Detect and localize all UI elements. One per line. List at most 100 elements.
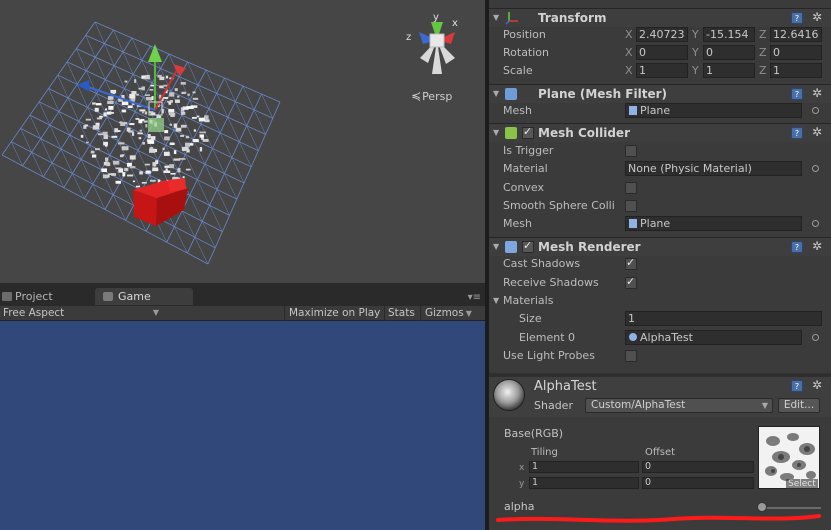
texture-blob bbox=[159, 85, 164, 89]
texture-blob bbox=[149, 148, 156, 153]
texture-blob bbox=[139, 129, 143, 132]
aspect-dropdown[interactable]: Free Aspect ▼ bbox=[3, 306, 161, 321]
grid-diagonal bbox=[179, 76, 191, 101]
position-z-field[interactable]: 12.6416 bbox=[770, 27, 822, 42]
tiling-x-field[interactable]: 1 bbox=[529, 461, 639, 473]
element0-field[interactable]: AlphaTest bbox=[625, 330, 802, 345]
gear-icon[interactable]: ✲ bbox=[812, 10, 822, 24]
light-probes-checkbox[interactable] bbox=[625, 350, 637, 362]
object-picker-icon[interactable] bbox=[812, 220, 819, 227]
fold-triangle-icon[interactable]: ▼ bbox=[493, 296, 499, 305]
material-preview-sphere bbox=[493, 379, 525, 411]
gear-icon[interactable]: ✲ bbox=[812, 86, 822, 100]
rotation-row: Rotation X 0 Y 0 Z 0 bbox=[489, 44, 831, 62]
tab-menu-icon[interactable]: ▾≡ bbox=[468, 292, 481, 303]
gear-icon[interactable]: ✲ bbox=[812, 239, 822, 253]
smooth-sphere-checkbox[interactable] bbox=[625, 200, 637, 212]
grid-diagonal bbox=[80, 159, 94, 185]
material-header[interactable]: AlphaTest Shader Custom/AlphaTest ▼ Edit… bbox=[489, 377, 831, 417]
object-picker-icon[interactable] bbox=[812, 165, 819, 172]
fold-triangle-icon[interactable]: ▼ bbox=[493, 128, 499, 137]
rotation-y-field[interactable]: 0 bbox=[703, 45, 755, 60]
gear-icon[interactable]: ✲ bbox=[812, 378, 822, 392]
texture-select-button[interactable]: Select bbox=[786, 479, 818, 489]
projection-toggle[interactable]: ≼Persp bbox=[411, 89, 452, 103]
grid-diagonal bbox=[201, 221, 216, 248]
smooth-sphere-row: Smooth Sphere Colli bbox=[489, 197, 831, 215]
transform-header[interactable]: ▼ Transform ? ✲ bbox=[489, 8, 831, 27]
texture-blob bbox=[147, 134, 151, 139]
mesh-filter-header[interactable]: ▼ Plane (Mesh Filter) ? ✲ bbox=[489, 84, 831, 103]
fold-triangle-icon[interactable]: ▼ bbox=[493, 89, 499, 98]
texture-blob bbox=[199, 134, 204, 138]
scene-canvas[interactable]: y x z bbox=[0, 0, 485, 283]
materials-row[interactable]: ▼ Materials bbox=[489, 292, 831, 310]
grid-diagonal bbox=[48, 88, 60, 112]
mesh-renderer-enabled-checkbox[interactable] bbox=[522, 239, 534, 253]
texture-blob bbox=[150, 84, 155, 87]
axis-z-label: Z bbox=[759, 28, 767, 41]
alpha-slider-track[interactable] bbox=[759, 507, 821, 509]
offset-y-field[interactable]: 0 bbox=[642, 477, 754, 489]
stats-toggle[interactable]: Stats bbox=[384, 306, 418, 321]
gear-icon[interactable]: ✲ bbox=[812, 125, 822, 139]
edit-shader-button[interactable]: Edit... bbox=[778, 398, 820, 413]
help-book-icon[interactable]: ? bbox=[791, 127, 803, 139]
rotation-z-field[interactable]: 0 bbox=[770, 45, 822, 60]
rotation-x-field[interactable]: 0 bbox=[636, 45, 688, 60]
cast-shadows-checkbox[interactable] bbox=[625, 256, 637, 270]
scale-z-field[interactable]: 1 bbox=[770, 63, 822, 78]
texture-blob bbox=[180, 135, 184, 137]
fold-triangle-icon[interactable]: ▼ bbox=[493, 13, 499, 22]
position-x-field[interactable]: 2.40723 bbox=[636, 27, 688, 42]
scale-y-field[interactable]: 1 bbox=[703, 63, 755, 78]
help-book-icon[interactable]: ? bbox=[791, 241, 803, 253]
help-book-icon[interactable]: ? bbox=[791, 12, 803, 24]
scale-x-field[interactable]: 1 bbox=[636, 63, 688, 78]
convex-row: Convex bbox=[489, 179, 831, 197]
scene-view[interactable]: y x z ≼Persp bbox=[0, 0, 485, 283]
help-book-icon[interactable]: ? bbox=[791, 88, 803, 100]
texture-blob bbox=[196, 115, 200, 118]
object-picker-icon[interactable] bbox=[812, 107, 819, 114]
shader-dropdown[interactable]: Custom/AlphaTest ▼ bbox=[585, 398, 773, 413]
convex-checkbox[interactable] bbox=[625, 182, 637, 194]
texture-blob bbox=[114, 128, 118, 133]
object-picker-icon[interactable] bbox=[812, 334, 819, 341]
texture-blob bbox=[94, 148, 100, 151]
mesh-collider-enabled-checkbox[interactable] bbox=[522, 125, 534, 139]
alpha-slider-thumb[interactable] bbox=[757, 502, 767, 512]
maximize-on-play-toggle[interactable]: Maximize on Play bbox=[284, 306, 382, 321]
fold-triangle-icon[interactable]: ▼ bbox=[493, 242, 499, 251]
grid-diagonal bbox=[31, 152, 44, 177]
tiling-y-field[interactable]: 1 bbox=[529, 477, 639, 489]
is-trigger-checkbox[interactable] bbox=[625, 145, 637, 157]
texture-blob bbox=[149, 111, 154, 114]
texture-blob bbox=[144, 111, 148, 115]
position-y-field[interactable]: -15.154 bbox=[703, 27, 755, 42]
grid-diagonal bbox=[49, 125, 62, 150]
receive-shadows-checkbox[interactable] bbox=[625, 275, 637, 289]
gizmos-dropdown[interactable]: Gizmos ▼ bbox=[420, 306, 482, 321]
help-book-icon[interactable]: ? bbox=[791, 380, 803, 392]
materials-size-field[interactable]: 1 bbox=[625, 311, 822, 326]
texture-blob bbox=[185, 142, 190, 147]
texture-blob bbox=[107, 100, 114, 105]
grid-diagonal bbox=[224, 173, 238, 200]
tab-game[interactable]: Game bbox=[95, 288, 193, 305]
collider-material-field[interactable]: None (Physic Material) bbox=[625, 161, 802, 176]
tiling-x-axis-label: x bbox=[519, 463, 525, 473]
offset-x-field[interactable]: 0 bbox=[642, 461, 754, 473]
axis-y-label: Y bbox=[692, 46, 699, 59]
collider-material-label: Material bbox=[503, 162, 548, 175]
mesh-filter-mesh-field[interactable]: Plane bbox=[625, 103, 802, 118]
texture-blob bbox=[192, 91, 196, 94]
orientation-gizmo[interactable]: y x z bbox=[406, 12, 458, 74]
mesh-collider-header[interactable]: ▼ Mesh Collider ? ✲ bbox=[489, 123, 831, 142]
game-view[interactable] bbox=[0, 321, 485, 530]
collider-mesh-field[interactable]: Plane bbox=[625, 216, 802, 231]
mesh-renderer-header[interactable]: ▼ Mesh Renderer ? ✲ bbox=[489, 237, 831, 256]
grid-diagonal bbox=[38, 101, 51, 126]
tab-project[interactable]: Project bbox=[0, 288, 92, 305]
receive-shadows-row: Receive Shadows bbox=[489, 274, 831, 292]
